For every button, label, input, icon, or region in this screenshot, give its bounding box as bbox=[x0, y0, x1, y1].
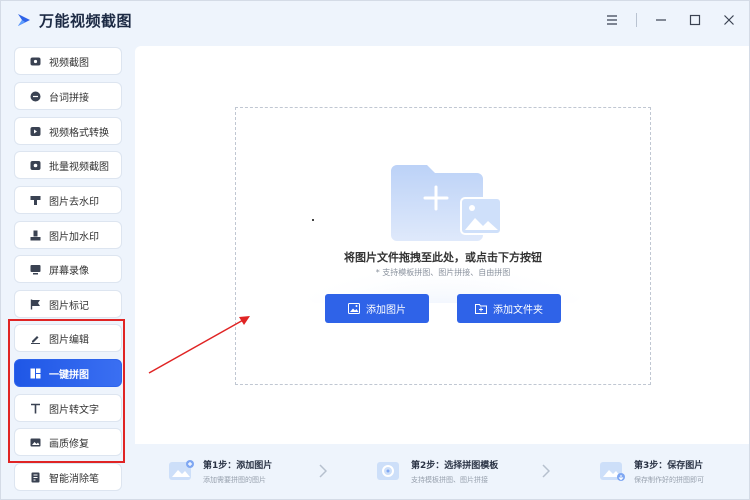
sidebar-item-label: 图片加水印 bbox=[49, 231, 99, 243]
sidebar-item-smart-eraser[interactable]: 智能消除笔 bbox=[14, 463, 122, 491]
add-folder-label: 添加文件夹 bbox=[493, 305, 543, 316]
steps-bar: 第1步：添加图片 添加需要拼图的图片 第2步：选择拼图模板 支持模板拼图、图片拼… bbox=[135, 444, 749, 499]
add-folder-button[interactable]: 添加文件夹 bbox=[457, 294, 561, 323]
add-image-step-icon bbox=[169, 460, 194, 480]
sidebar-item-label: 屏幕录像 bbox=[49, 265, 89, 277]
minimize-icon[interactable] bbox=[649, 9, 673, 31]
drop-zone-title: 将图片文件拖拽至此处，或点击下方按钮 bbox=[344, 251, 542, 264]
main-panel: 将图片文件拖拽至此处，或点击下方按钮 * 支持模板拼图、图片拼接、自由拼图 添加… bbox=[135, 46, 749, 444]
step-title: 第1步：添加图片 bbox=[203, 461, 273, 471]
sidebar-item-label: 视频截图 bbox=[49, 57, 89, 69]
sidebar-item-label: 智能消除笔 bbox=[49, 473, 99, 485]
sidebar-item-video-capture[interactable]: 视频截图 bbox=[14, 47, 122, 75]
step-title: 第2步：选择拼图模板 bbox=[411, 461, 499, 471]
sidebar-item-label: 视频格式转换 bbox=[49, 127, 109, 139]
eraser-icon bbox=[29, 471, 41, 483]
template-step-icon bbox=[377, 462, 399, 480]
step-desc: 保存制作好的拼图即可 bbox=[634, 476, 704, 484]
sidebar-item-label: 图片标记 bbox=[49, 300, 89, 312]
maximize-icon[interactable] bbox=[683, 9, 707, 31]
step-desc: 添加需要拼图的图片 bbox=[203, 476, 266, 484]
sidebar-item-batch-capture[interactable]: 批量视频截图 bbox=[14, 151, 122, 179]
batch-icon bbox=[29, 159, 41, 171]
convert-icon bbox=[29, 125, 41, 137]
close-icon[interactable] bbox=[717, 9, 741, 31]
sidebar-item-format-convert[interactable]: 视频格式转换 bbox=[14, 117, 122, 145]
folder-add-icon bbox=[475, 303, 487, 314]
red-highlight-box bbox=[8, 319, 125, 463]
menu-icon[interactable] bbox=[600, 9, 624, 31]
app-window: 万能视频截图 视频截图 台词拼接 视频格式转换 批量视频截图 图片去水印 图片加… bbox=[0, 0, 750, 500]
app-logo-icon bbox=[18, 14, 30, 26]
folder-illustration-icon bbox=[294, 165, 594, 303]
video-capture-icon bbox=[29, 55, 41, 67]
window-controls bbox=[590, 9, 741, 31]
sidebar-item-label: 图片去水印 bbox=[49, 196, 99, 208]
stamp-icon bbox=[29, 194, 41, 206]
add-image-button[interactable]: 添加图片 bbox=[325, 294, 429, 323]
step-title: 第3步：保存图片 bbox=[634, 461, 704, 471]
record-icon bbox=[29, 263, 41, 275]
save-image-step-icon bbox=[600, 462, 625, 481]
sidebar-item-label: 台词拼接 bbox=[49, 92, 89, 104]
step-desc: 支持模板拼图、图片拼接 bbox=[411, 476, 488, 484]
sidebar-item-remove-watermark[interactable]: 图片去水印 bbox=[14, 186, 122, 214]
sidebar-item-image-mark[interactable]: 图片标记 bbox=[14, 290, 122, 318]
chevron-right-icon bbox=[319, 464, 327, 478]
app-title: 万能视频截图 bbox=[39, 12, 133, 30]
title-separator bbox=[636, 13, 637, 27]
chevron-right-icon bbox=[542, 464, 550, 478]
image-icon bbox=[348, 303, 360, 314]
sidebar-item-subtitle-join[interactable]: 台词拼接 bbox=[14, 82, 122, 110]
add-image-label: 添加图片 bbox=[366, 305, 406, 316]
drop-zone-subtitle: * 支持模板拼图、图片拼接、自由拼图 bbox=[375, 268, 511, 277]
sidebar-item-screen-record[interactable]: 屏幕录像 bbox=[14, 255, 122, 283]
title-bar: 万能视频截图 bbox=[1, 1, 749, 41]
drop-zone[interactable]: 将图片文件拖拽至此处，或点击下方按钮 * 支持模板拼图、图片拼接、自由拼图 添加… bbox=[235, 107, 651, 385]
sidebar-item-add-watermark[interactable]: 图片加水印 bbox=[14, 221, 122, 249]
subtitle-icon bbox=[29, 90, 41, 102]
step-3: 第3步：保存图片 保存制作好的拼图即可 bbox=[598, 458, 704, 485]
flag-icon bbox=[29, 298, 41, 310]
sidebar-item-label: 批量视频截图 bbox=[49, 161, 109, 173]
stamp-add-icon bbox=[29, 229, 41, 241]
step-2: 第2步：选择拼图模板 支持模板拼图、图片拼接 bbox=[375, 458, 498, 485]
step-1: 第1步：添加图片 添加需要拼图的图片 bbox=[167, 458, 272, 485]
